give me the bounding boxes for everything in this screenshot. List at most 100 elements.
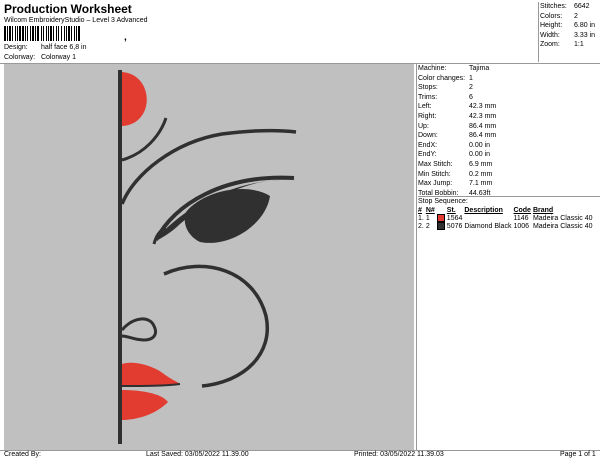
property-row: Left: 42.3 mm (418, 102, 598, 112)
height-row: Height: 6.80 in (540, 21, 598, 31)
barcode-bar (78, 26, 80, 41)
colorway-row: Colorway: Colorway 1 (4, 54, 76, 61)
properties-divider (416, 64, 417, 450)
barcode-bar (25, 26, 26, 41)
lower-lip (122, 390, 168, 420)
stop-code: 1006 (513, 222, 530, 230)
property-row: Trims: 6 (418, 93, 598, 103)
barcode-bar (30, 26, 31, 41)
property-row: EndY: 0.00 in (418, 150, 598, 160)
design-label: Design: (4, 44, 28, 51)
embroidery-design (118, 70, 298, 444)
stop-num: 1. (418, 214, 424, 222)
stop-n: 2 (425, 222, 430, 230)
stitches-value: 6642 (574, 3, 590, 10)
barcode-bar (66, 26, 67, 41)
barcode-bar (56, 26, 57, 41)
property-label: Trims: (418, 93, 438, 101)
barcode-bar (17, 26, 18, 41)
stop-brand: Madeira Classic 40 (532, 214, 593, 222)
property-label: Right: (418, 112, 437, 120)
barcode-bar (64, 26, 65, 41)
last-saved: Last Saved: 03/05/2022 11.39.00 (146, 451, 249, 458)
property-row: Machine: Tajima (418, 64, 598, 74)
property-label: Color changes: (418, 74, 466, 82)
barcode-bar (4, 26, 6, 41)
colors-row: Colors: 2 (540, 12, 598, 22)
colorway-label: Colorway: (4, 54, 36, 61)
property-label: Down: (418, 132, 438, 140)
barcode-bar (12, 26, 13, 41)
property-value: 42.3 mm (469, 103, 497, 111)
thread-color-swatch (436, 222, 445, 230)
property-value: 6 (469, 93, 473, 101)
property-value: 1 (469, 74, 473, 82)
barcode-bar (32, 26, 34, 41)
forehead-red-mark (122, 72, 147, 126)
property-label: Stops: (418, 84, 438, 92)
property-value: Tajima (469, 65, 490, 72)
barcode-bar (58, 26, 59, 41)
design-value: half face 6,8 in (40, 44, 87, 51)
barcode-bar (46, 26, 47, 41)
barcode-bar (61, 26, 62, 41)
stops-divider (418, 196, 600, 197)
property-row: Up: 86.4 mm (418, 122, 598, 132)
summary-divider (538, 2, 539, 62)
stop-column-header: Brand (532, 207, 554, 214)
property-row: Right: 42.3 mm (418, 112, 598, 122)
barcode-bar (43, 26, 44, 41)
property-label: Left: (418, 103, 432, 111)
stop-code: 1146 (513, 214, 529, 222)
barcode-bar (19, 26, 21, 41)
property-row: Color changes: 1 (418, 74, 598, 84)
height-label: Height: (540, 22, 563, 30)
barcode-bar (71, 26, 72, 41)
created-by: Created By: (4, 451, 41, 458)
stop-column-header (437, 207, 447, 214)
barcode-bar (7, 26, 8, 41)
width-row: Width: 3.33 in (540, 31, 598, 41)
stop-num: 2. (418, 222, 424, 230)
stop-column-header: # (418, 207, 422, 214)
property-row: Stops: 2 (418, 83, 598, 93)
barcode-bar (9, 26, 11, 41)
stop-n: 1 (425, 214, 430, 222)
colorway-value: Colorway 1 (40, 54, 76, 61)
barcode-bar (50, 26, 52, 41)
property-label: Min Stitch: (418, 170, 451, 178)
colors-label: Colors: (540, 12, 563, 20)
barcode-bar (53, 26, 54, 41)
footer-divider (0, 450, 600, 451)
stop-sequence-table: # N# St. Description Code Brand 1. 1 1564 1146 Ma… (418, 207, 594, 230)
stop-sequence-heading: Stop Sequence: (418, 198, 468, 205)
property-value: 42.3 mm (469, 112, 497, 120)
stop-column-header: Code (513, 207, 531, 214)
stop-sequence-header: # N# St. Description Code Brand (418, 207, 594, 214)
barcode-bar (41, 26, 42, 41)
zoom-row: Zoom: 1:1 (540, 40, 598, 50)
property-label: Max Stitch: (418, 160, 453, 168)
upper-lip (122, 362, 180, 386)
zoom-label: Zoom: (540, 41, 560, 49)
property-label: EndY: (418, 151, 437, 159)
stop-column-header: Description (464, 207, 503, 214)
stop-sequence-panel: Stop Sequence: # N# St. Description Code Bran… (418, 198, 600, 230)
nose (120, 317, 158, 342)
property-label: Up: (418, 122, 429, 130)
property-row: Max Jump: 7.1 mm (418, 179, 598, 189)
property-label: Max Jump: (418, 180, 453, 188)
thread-color-swatch (436, 214, 445, 222)
design-preview-canvas[interactable] (4, 64, 414, 450)
stop-description (464, 214, 513, 222)
barcode-bar (76, 26, 77, 41)
barcode-bar (48, 26, 49, 41)
zoom-value: 1:1 (574, 41, 584, 49)
property-label: EndX: (418, 141, 438, 149)
barcode-bar (35, 26, 36, 41)
height-value: 6.80 in (574, 22, 596, 30)
stitches-row: Stitches: 6642 (540, 2, 598, 12)
barcode-bar (74, 26, 75, 41)
page-title: Production Worksheet (4, 2, 132, 16)
property-row: EndX: 0.00 in (418, 141, 598, 151)
